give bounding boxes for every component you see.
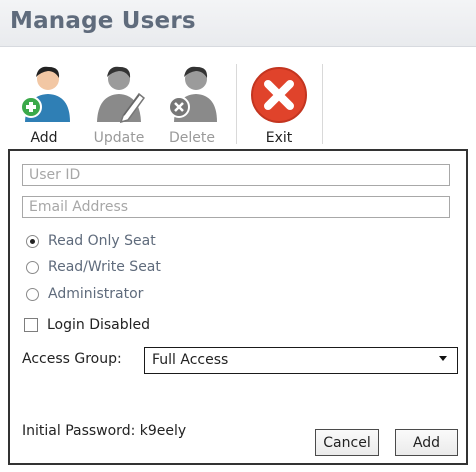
user-dialog: Read Only Seat Read/Write Seat Administr… [8,149,468,465]
access-group-label: Access Group: [22,351,122,367]
radio-read-only-seat[interactable]: Read Only Seat [26,231,156,251]
toolbar: Add Update Delete Exit [0,56,476,148]
chevron-down-icon [439,356,447,361]
radio-administrator[interactable]: Administrator [26,284,143,304]
radio-read-write-seat[interactable]: Read/Write Seat [26,257,161,277]
delete-user-label: Delete [169,130,215,146]
add-user-button[interactable]: Add [13,64,75,150]
radio-label: Administrator [48,286,144,302]
radio-button[interactable] [26,260,39,274]
radio-label: Read Only Seat [48,233,156,249]
update-user-label: Update [93,130,145,146]
update-user-button[interactable]: Update [88,64,150,150]
exit-button[interactable]: Exit [248,64,310,150]
close-icon [251,67,307,123]
toolbar-separator [236,64,237,144]
login-disabled-checkbox[interactable] [24,318,38,332]
initial-password-text: Initial Password: k9eely [22,423,187,439]
radio-button[interactable] [26,234,39,248]
delete-user-icon [168,66,217,122]
add-user-icon [20,66,70,122]
login-disabled-row[interactable]: Login Disabled [24,317,150,333]
delete-user-button[interactable]: Delete [161,64,223,150]
email-input[interactable] [22,196,450,218]
cancel-button[interactable]: Cancel [315,429,379,456]
login-disabled-label: Login Disabled [47,317,151,333]
toolbar-separator [322,64,323,144]
radio-button[interactable] [26,287,39,301]
add-button[interactable]: Add [395,429,458,456]
add-user-label: Add [30,130,58,146]
edit-user-icon [97,66,145,124]
title-bar: Manage Users [0,0,476,47]
access-group-select[interactable]: Full Access [144,347,458,374]
radio-label: Read/Write Seat [48,259,161,275]
access-group-value: Full Access [152,352,229,368]
user-id-input[interactable] [22,164,450,186]
page-title: Manage Users [10,8,196,34]
exit-label: Exit [265,130,293,146]
